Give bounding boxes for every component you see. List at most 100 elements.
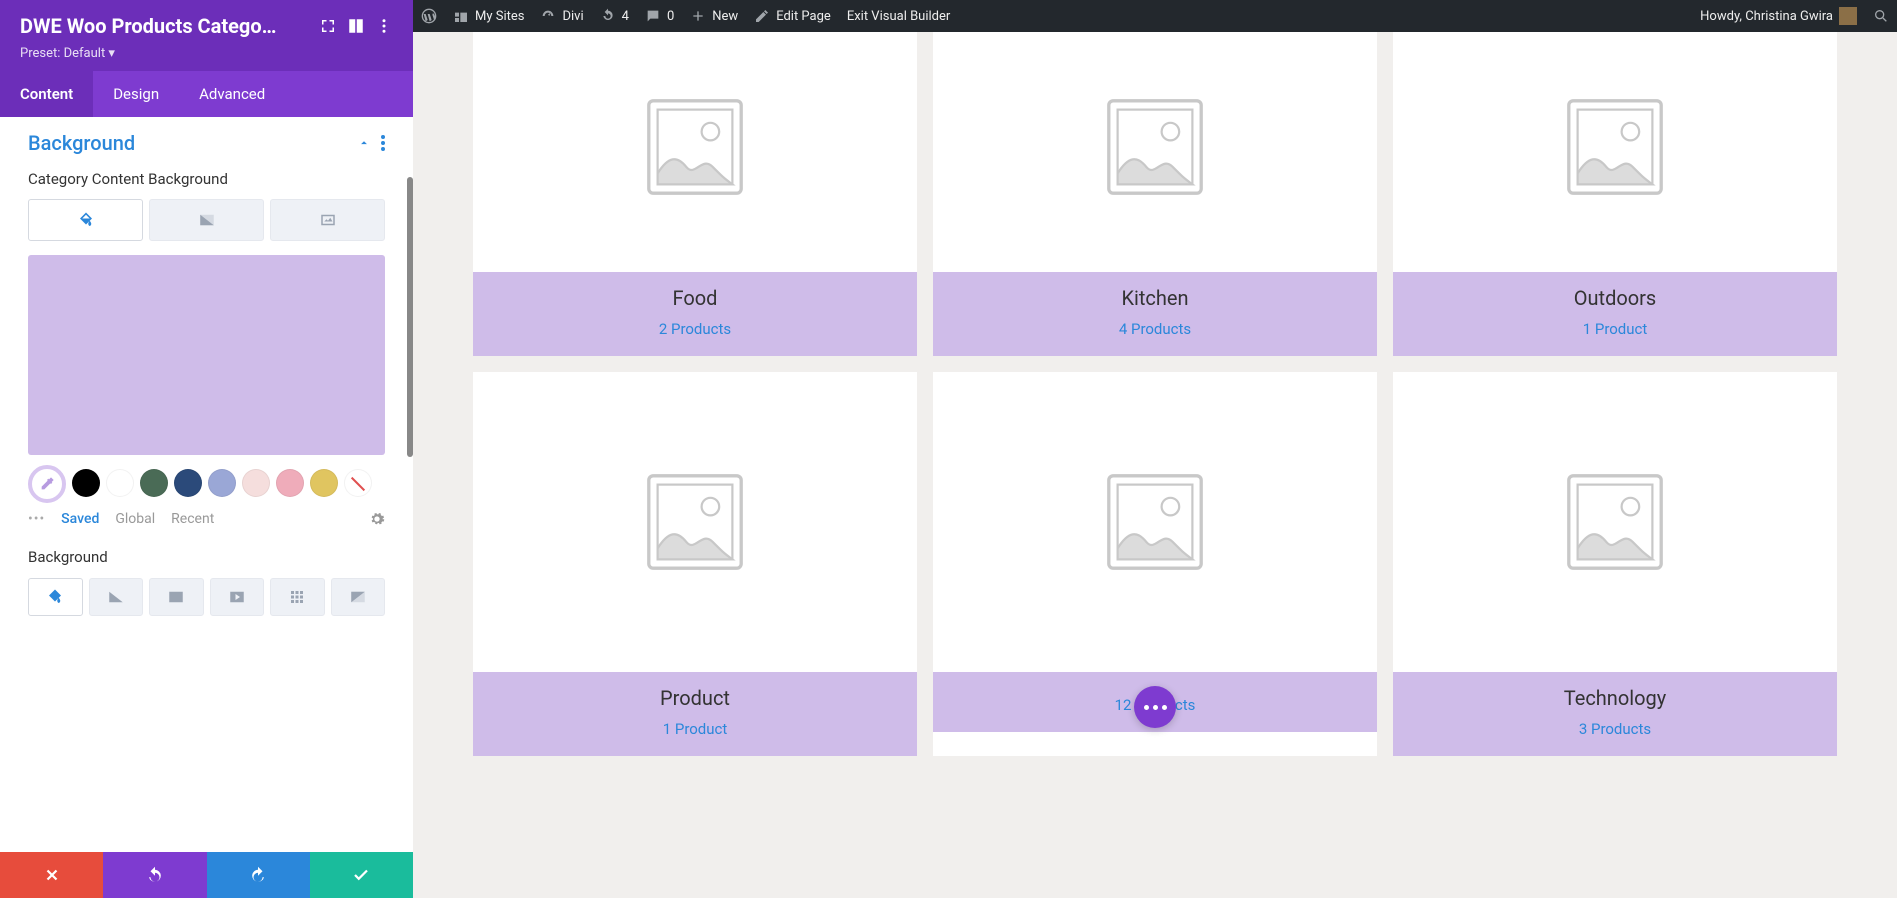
- bg2-gradient-tab[interactable]: [89, 578, 144, 616]
- columns-icon[interactable]: [347, 17, 365, 35]
- new-label: New: [712, 9, 738, 24]
- sidebar-tabs: Content Design Advanced: [0, 71, 413, 117]
- plus-icon: [690, 8, 706, 24]
- section-background-header[interactable]: Background: [28, 131, 385, 155]
- comment-icon: [645, 8, 661, 24]
- divi-label: Divi: [562, 9, 583, 24]
- category-caption: Outdoors1 Product: [1393, 272, 1837, 356]
- sites-icon: [453, 8, 469, 24]
- video-icon: [228, 588, 246, 606]
- category-name: Kitchen: [933, 286, 1377, 310]
- refresh-icon: [600, 8, 616, 24]
- tab-content[interactable]: Content: [0, 71, 93, 117]
- category-count[interactable]: 1 Product: [473, 720, 917, 738]
- undo-icon: [146, 866, 164, 884]
- swatch-navy[interactable]: [174, 469, 202, 497]
- preset-selector[interactable]: Preset: Default ▾: [20, 46, 393, 61]
- exit-vb-label: Exit Visual Builder: [847, 9, 950, 24]
- image-icon: [167, 588, 185, 606]
- placeholder-icon: [1100, 467, 1210, 577]
- cancel-button[interactable]: [0, 852, 103, 898]
- paint-bucket-icon: [77, 211, 95, 229]
- bg-gradient-tab[interactable]: [149, 199, 264, 241]
- swatch-green[interactable]: [140, 469, 168, 497]
- bg2-color-tab[interactable]: [28, 578, 83, 616]
- color-preview[interactable]: [28, 255, 385, 455]
- updates-link[interactable]: 4: [592, 0, 637, 32]
- swatch-pinkpale[interactable]: [242, 469, 270, 497]
- category-count[interactable]: 1 Product: [1393, 320, 1837, 338]
- module-actions-button[interactable]: [1134, 686, 1176, 728]
- palette-tab-global[interactable]: Global: [115, 511, 155, 527]
- category-image: [933, 372, 1377, 672]
- swatch-black[interactable]: [72, 469, 100, 497]
- swatch-pink[interactable]: [276, 469, 304, 497]
- palette-tab-recent[interactable]: Recent: [171, 511, 214, 527]
- palette-source-tabs: ••• Saved Global Recent: [28, 511, 385, 527]
- tab-design[interactable]: Design: [93, 71, 179, 117]
- tab-advanced[interactable]: Advanced: [179, 71, 285, 117]
- eyedropper-icon: [39, 476, 55, 492]
- field-label-category-bg: Category Content Background: [28, 169, 385, 189]
- category-count[interactable]: 3 Products: [1393, 720, 1837, 738]
- bg2-video-tab[interactable]: [210, 578, 265, 616]
- gear-icon[interactable]: [369, 511, 385, 527]
- bg2-mask-tab[interactable]: [331, 578, 386, 616]
- exit-vb-link[interactable]: Exit Visual Builder: [839, 0, 958, 32]
- save-button[interactable]: [310, 852, 413, 898]
- bg2-image-tab[interactable]: [149, 578, 204, 616]
- expand-icon[interactable]: [319, 17, 337, 35]
- my-sites-link[interactable]: My Sites: [445, 0, 532, 32]
- category-image: [933, 22, 1377, 272]
- mask-icon: [349, 588, 367, 606]
- category-card[interactable]: Food 2 Products: [473, 22, 917, 356]
- swatch-white[interactable]: [106, 469, 134, 497]
- category-grid: Food 2 Products Kitchen 4 Products Outdoor…: [473, 22, 1837, 756]
- comments-count: 0: [667, 9, 674, 24]
- placeholder-icon: [1100, 92, 1210, 202]
- swatch-periwinkle[interactable]: [208, 469, 236, 497]
- swatch-none[interactable]: [344, 469, 372, 497]
- category-image: [1393, 22, 1837, 272]
- search-icon: [1873, 8, 1889, 24]
- category-image: [1393, 372, 1837, 672]
- pencil-icon: [754, 8, 770, 24]
- placeholder-icon: [1560, 467, 1670, 577]
- wp-admin-bar: My Sites Divi 4 0 New Edit Page Exit Vis…: [413, 0, 1897, 32]
- bg2-pattern-tab[interactable]: [270, 578, 325, 616]
- new-link[interactable]: New: [682, 0, 746, 32]
- category-card[interactable]: Technology3 Products: [1393, 372, 1837, 756]
- pattern-icon: [288, 588, 306, 606]
- redo-button[interactable]: [207, 852, 310, 898]
- undo-button[interactable]: [103, 852, 206, 898]
- eyedropper-button[interactable]: [28, 465, 66, 503]
- divi-link[interactable]: Divi: [532, 0, 591, 32]
- edit-page-link[interactable]: Edit Page: [746, 0, 839, 32]
- swatch-gold[interactable]: [310, 469, 338, 497]
- chevron-up-icon[interactable]: [357, 136, 371, 150]
- kebab-icon[interactable]: [375, 17, 393, 35]
- category-count[interactable]: 4 Products: [933, 320, 1377, 338]
- category-name: Food: [473, 286, 917, 310]
- redo-icon: [249, 866, 267, 884]
- category-card[interactable]: Kitchen 4 Products: [933, 22, 1377, 356]
- category-card[interactable]: Product1 Product: [473, 372, 917, 756]
- category-count[interactable]: 2 Products: [473, 320, 917, 338]
- module-title: DWE Woo Products Catego…: [20, 14, 309, 38]
- ellipsis-icon[interactable]: •••: [28, 511, 45, 527]
- howdy-link[interactable]: Howdy, Christina Gwira: [1692, 0, 1865, 32]
- placeholder-icon: [640, 467, 750, 577]
- updates-count: 4: [622, 9, 629, 24]
- palette-tab-saved[interactable]: Saved: [61, 511, 99, 527]
- bg-image-tab[interactable]: [270, 199, 385, 241]
- kebab-icon[interactable]: [381, 135, 385, 151]
- category-image: [473, 372, 917, 672]
- color-palette: [28, 469, 385, 503]
- search-button[interactable]: [1865, 0, 1897, 32]
- category-caption: Technology3 Products: [1393, 672, 1837, 756]
- comments-link[interactable]: 0: [637, 0, 682, 32]
- bg-color-tab[interactable]: [28, 199, 143, 241]
- wp-logo[interactable]: [413, 0, 445, 32]
- category-card[interactable]: Outdoors1 Product: [1393, 22, 1837, 356]
- gauge-icon: [540, 8, 556, 24]
